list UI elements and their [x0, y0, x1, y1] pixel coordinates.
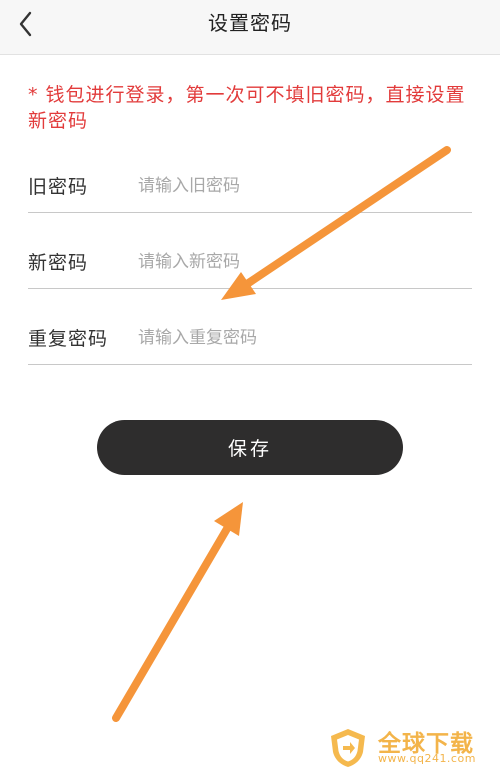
new-password-input[interactable]: [138, 242, 458, 282]
repeat-password-input[interactable]: [138, 318, 458, 358]
old-password-row: 旧密码: [28, 162, 472, 213]
old-password-input[interactable]: [138, 166, 458, 206]
watermark: 全球下载 www.qq241.com: [326, 724, 494, 770]
shield-logo-icon: [331, 729, 365, 767]
notice-text: * 钱包进行登录，第一次可不填旧密码，直接设置新密码: [28, 84, 466, 132]
old-password-label: 旧密码: [28, 176, 89, 198]
page-title: 设置密码: [208, 11, 292, 35]
new-password-row: 新密码: [28, 238, 472, 289]
watermark-url: www.qq241.com: [378, 752, 476, 765]
repeat-password-label: 重复密码: [28, 328, 109, 350]
new-password-label: 新密码: [28, 252, 89, 274]
save-button[interactable]: 保存: [97, 420, 403, 475]
repeat-password-row: 重复密码: [28, 314, 472, 365]
arrow-annotation-lower: [112, 502, 243, 722]
nav-bar: 设置密码: [0, 0, 500, 55]
